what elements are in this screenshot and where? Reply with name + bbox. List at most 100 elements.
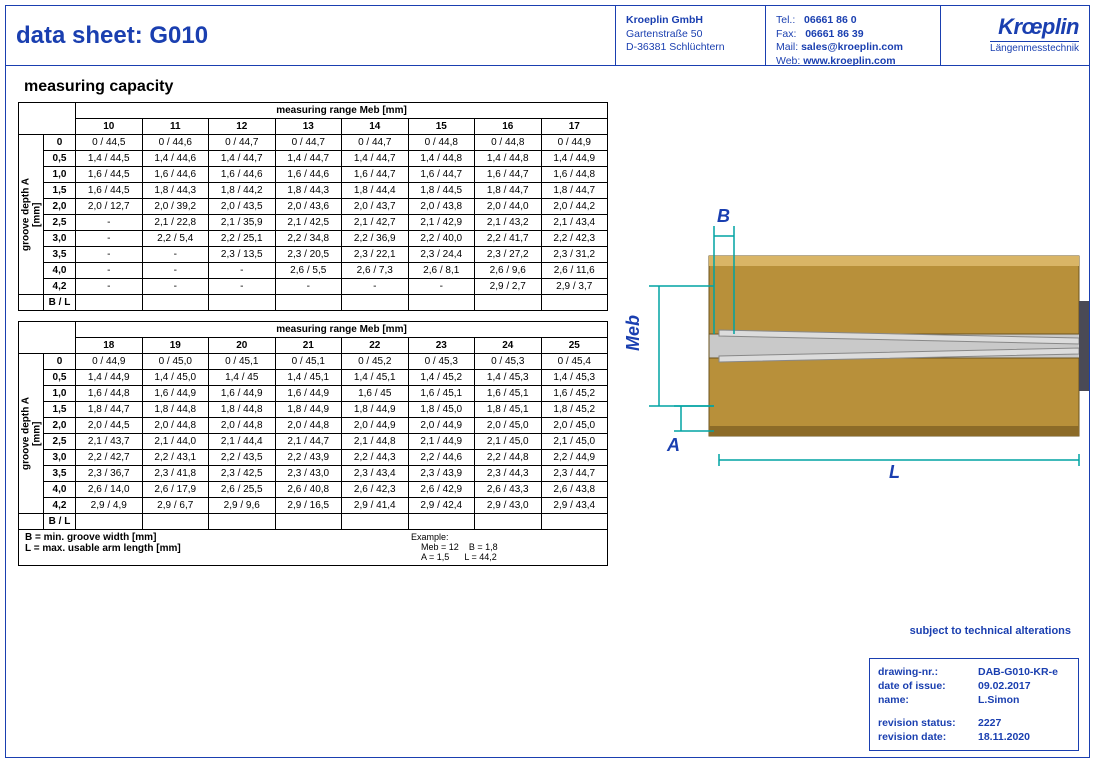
table-cell: 2,9 / 43,0 [475,498,542,514]
table-cell: 2,0 / 43,6 [275,199,342,215]
col-header: 10 [76,119,143,135]
table-cell: 2,1 / 43,7 [76,434,143,450]
table-cell: 2,1 / 42,7 [342,215,409,231]
col-header: 19 [142,338,209,354]
table-cell: 1,4 / 45 [209,370,276,386]
table-cell: 0 / 44,8 [408,135,475,151]
title-cell: data sheet: G010 [6,6,616,65]
table-cell: - [209,263,276,279]
table-cell: 2,9 / 16,5 [275,498,342,514]
table-row: 3,0-2,2 / 5,42,2 / 25,12,2 / 34,82,2 / 3… [19,231,608,247]
capacity-table-2: measuring range Meb [mm] 181920212223242… [18,321,608,530]
table-cell: 2,1 / 43,2 [475,215,542,231]
table-cell: 1,4 / 44,9 [541,151,608,167]
table-cell: 2,2 / 34,8 [275,231,342,247]
table-cell: 1,4 / 45,3 [475,370,542,386]
table-cell: 2,0 / 44,9 [408,418,475,434]
row-header: 1,5 [44,183,76,199]
table-cell: 2,3 / 22,1 [342,247,409,263]
table-cell: 2,2 / 43,5 [209,450,276,466]
row-header: 1,5 [44,402,76,418]
table-cell: 1,6 / 45,1 [408,386,475,402]
document-frame: data sheet: G010 Kroeplin GmbH Gartenstr… [5,5,1090,758]
table-cell: 1,6 / 44,9 [142,386,209,402]
table-cell: 2,1 / 35,9 [209,215,276,231]
row-header: 0 [44,135,76,151]
table-cell: - [76,247,143,263]
legend-box: B = min. groove width [mm] L = max. usab… [18,529,608,566]
table-cell: 1,8 / 44,3 [275,183,342,199]
table-cell: 2,0 / 44,9 [342,418,409,434]
table-cell: 2,2 / 43,1 [142,450,209,466]
table-cell: 2,2 / 42,3 [541,231,608,247]
table-cell: 0 / 45,3 [475,354,542,370]
table-cell: 1,8 / 45,2 [541,402,608,418]
page-title: data sheet: G010 [16,22,208,50]
col-header: 25 [541,338,608,354]
table-cell: 2,3 / 31,2 [541,247,608,263]
table-cell: 1,6 / 44,7 [475,167,542,183]
table-cell: 2,0 / 44,8 [275,418,342,434]
drawing-info-box: drawing-nr.:DAB-G010-KR-e date of issue:… [869,658,1079,751]
row-header: 3,0 [44,450,76,466]
table-cell: 0 / 44,7 [209,135,276,151]
table-cell: 1,6 / 44,9 [209,386,276,402]
table-cell: 2,1 / 44,8 [342,434,409,450]
table-cell: 0 / 44,5 [76,135,143,151]
table-cell: 1,6 / 44,6 [142,167,209,183]
table-cell: 2,3 / 42,5 [209,466,276,482]
table-cell: 2,1 / 44,4 [209,434,276,450]
table-cell: - [142,263,209,279]
table-cell: 2,9 / 3,7 [541,279,608,295]
table-row: 3,52,3 / 36,72,3 / 41,82,3 / 42,52,3 / 4… [19,466,608,482]
table-cell: 2,0 / 12,7 [76,199,143,215]
table-cell: 2,1 / 42,9 [408,215,475,231]
dim-meb: Meb [623,315,643,351]
row-header: 3,5 [44,247,76,263]
table-row: 1,01,6 / 44,51,6 / 44,61,6 / 44,61,6 / 4… [19,167,608,183]
row-header: 1,0 [44,167,76,183]
table-row: 1,51,8 / 44,71,8 / 44,81,8 / 44,81,8 / 4… [19,402,608,418]
table-cell: 2,6 / 43,3 [475,482,542,498]
table-cell: 2,0 / 45,0 [541,418,608,434]
row-header: 0 [44,354,76,370]
table-cell: 1,8 / 45,0 [408,402,475,418]
table-cell: 1,8 / 44,7 [541,183,608,199]
table-cell: 0 / 44,9 [76,354,143,370]
table-cell: - [76,231,143,247]
table-cell: 1,6 / 44,6 [275,167,342,183]
table-cell: 2,9 / 4,9 [76,498,143,514]
col-header: 21 [275,338,342,354]
table-cell: 1,4 / 45,3 [541,370,608,386]
table-cell: 2,3 / 20,5 [275,247,342,263]
table-cell: 2,2 / 40,0 [408,231,475,247]
alteration-note: subject to technical alterations [910,625,1071,637]
table-row: 4,0---2,6 / 5,52,6 / 7,32,6 / 8,12,6 / 9… [19,263,608,279]
table-cell: 2,0 / 39,2 [142,199,209,215]
table-cell: 1,4 / 44,7 [275,151,342,167]
table-cell: 2,2 / 44,8 [475,450,542,466]
row-header: 2,0 [44,418,76,434]
table-cell: - [76,263,143,279]
table-cell: 2,3 / 13,5 [209,247,276,263]
table-row: 3,02,2 / 42,72,2 / 43,12,2 / 43,52,2 / 4… [19,450,608,466]
table-cell: 2,9 / 42,4 [408,498,475,514]
table-row: 2,5-2,1 / 22,82,1 / 35,92,1 / 42,52,1 / … [19,215,608,231]
table-row: 4,22,9 / 4,92,9 / 6,72,9 / 9,62,9 / 16,5… [19,498,608,514]
table-cell: - [76,279,143,295]
table-cell: 1,8 / 44,5 [408,183,475,199]
logo-text: Krœplin [951,14,1079,40]
table-cell: 2,6 / 9,6 [475,263,542,279]
table-cell: 0 / 44,9 [541,135,608,151]
table-cell: 2,0 / 43,8 [408,199,475,215]
table-cell: 2,6 / 42,9 [408,482,475,498]
table-cell: 1,4 / 45,0 [142,370,209,386]
row-header: 0,5 [44,370,76,386]
col-header: 13 [275,119,342,135]
table-row: 2,02,0 / 44,52,0 / 44,82,0 / 44,82,0 / 4… [19,418,608,434]
table-cell: 2,3 / 43,9 [408,466,475,482]
row-header: 0,5 [44,151,76,167]
groove-depth-header: groove depth A[mm] [19,135,44,295]
dim-b: B [717,206,730,226]
table-cell: 2,2 / 36,9 [342,231,409,247]
